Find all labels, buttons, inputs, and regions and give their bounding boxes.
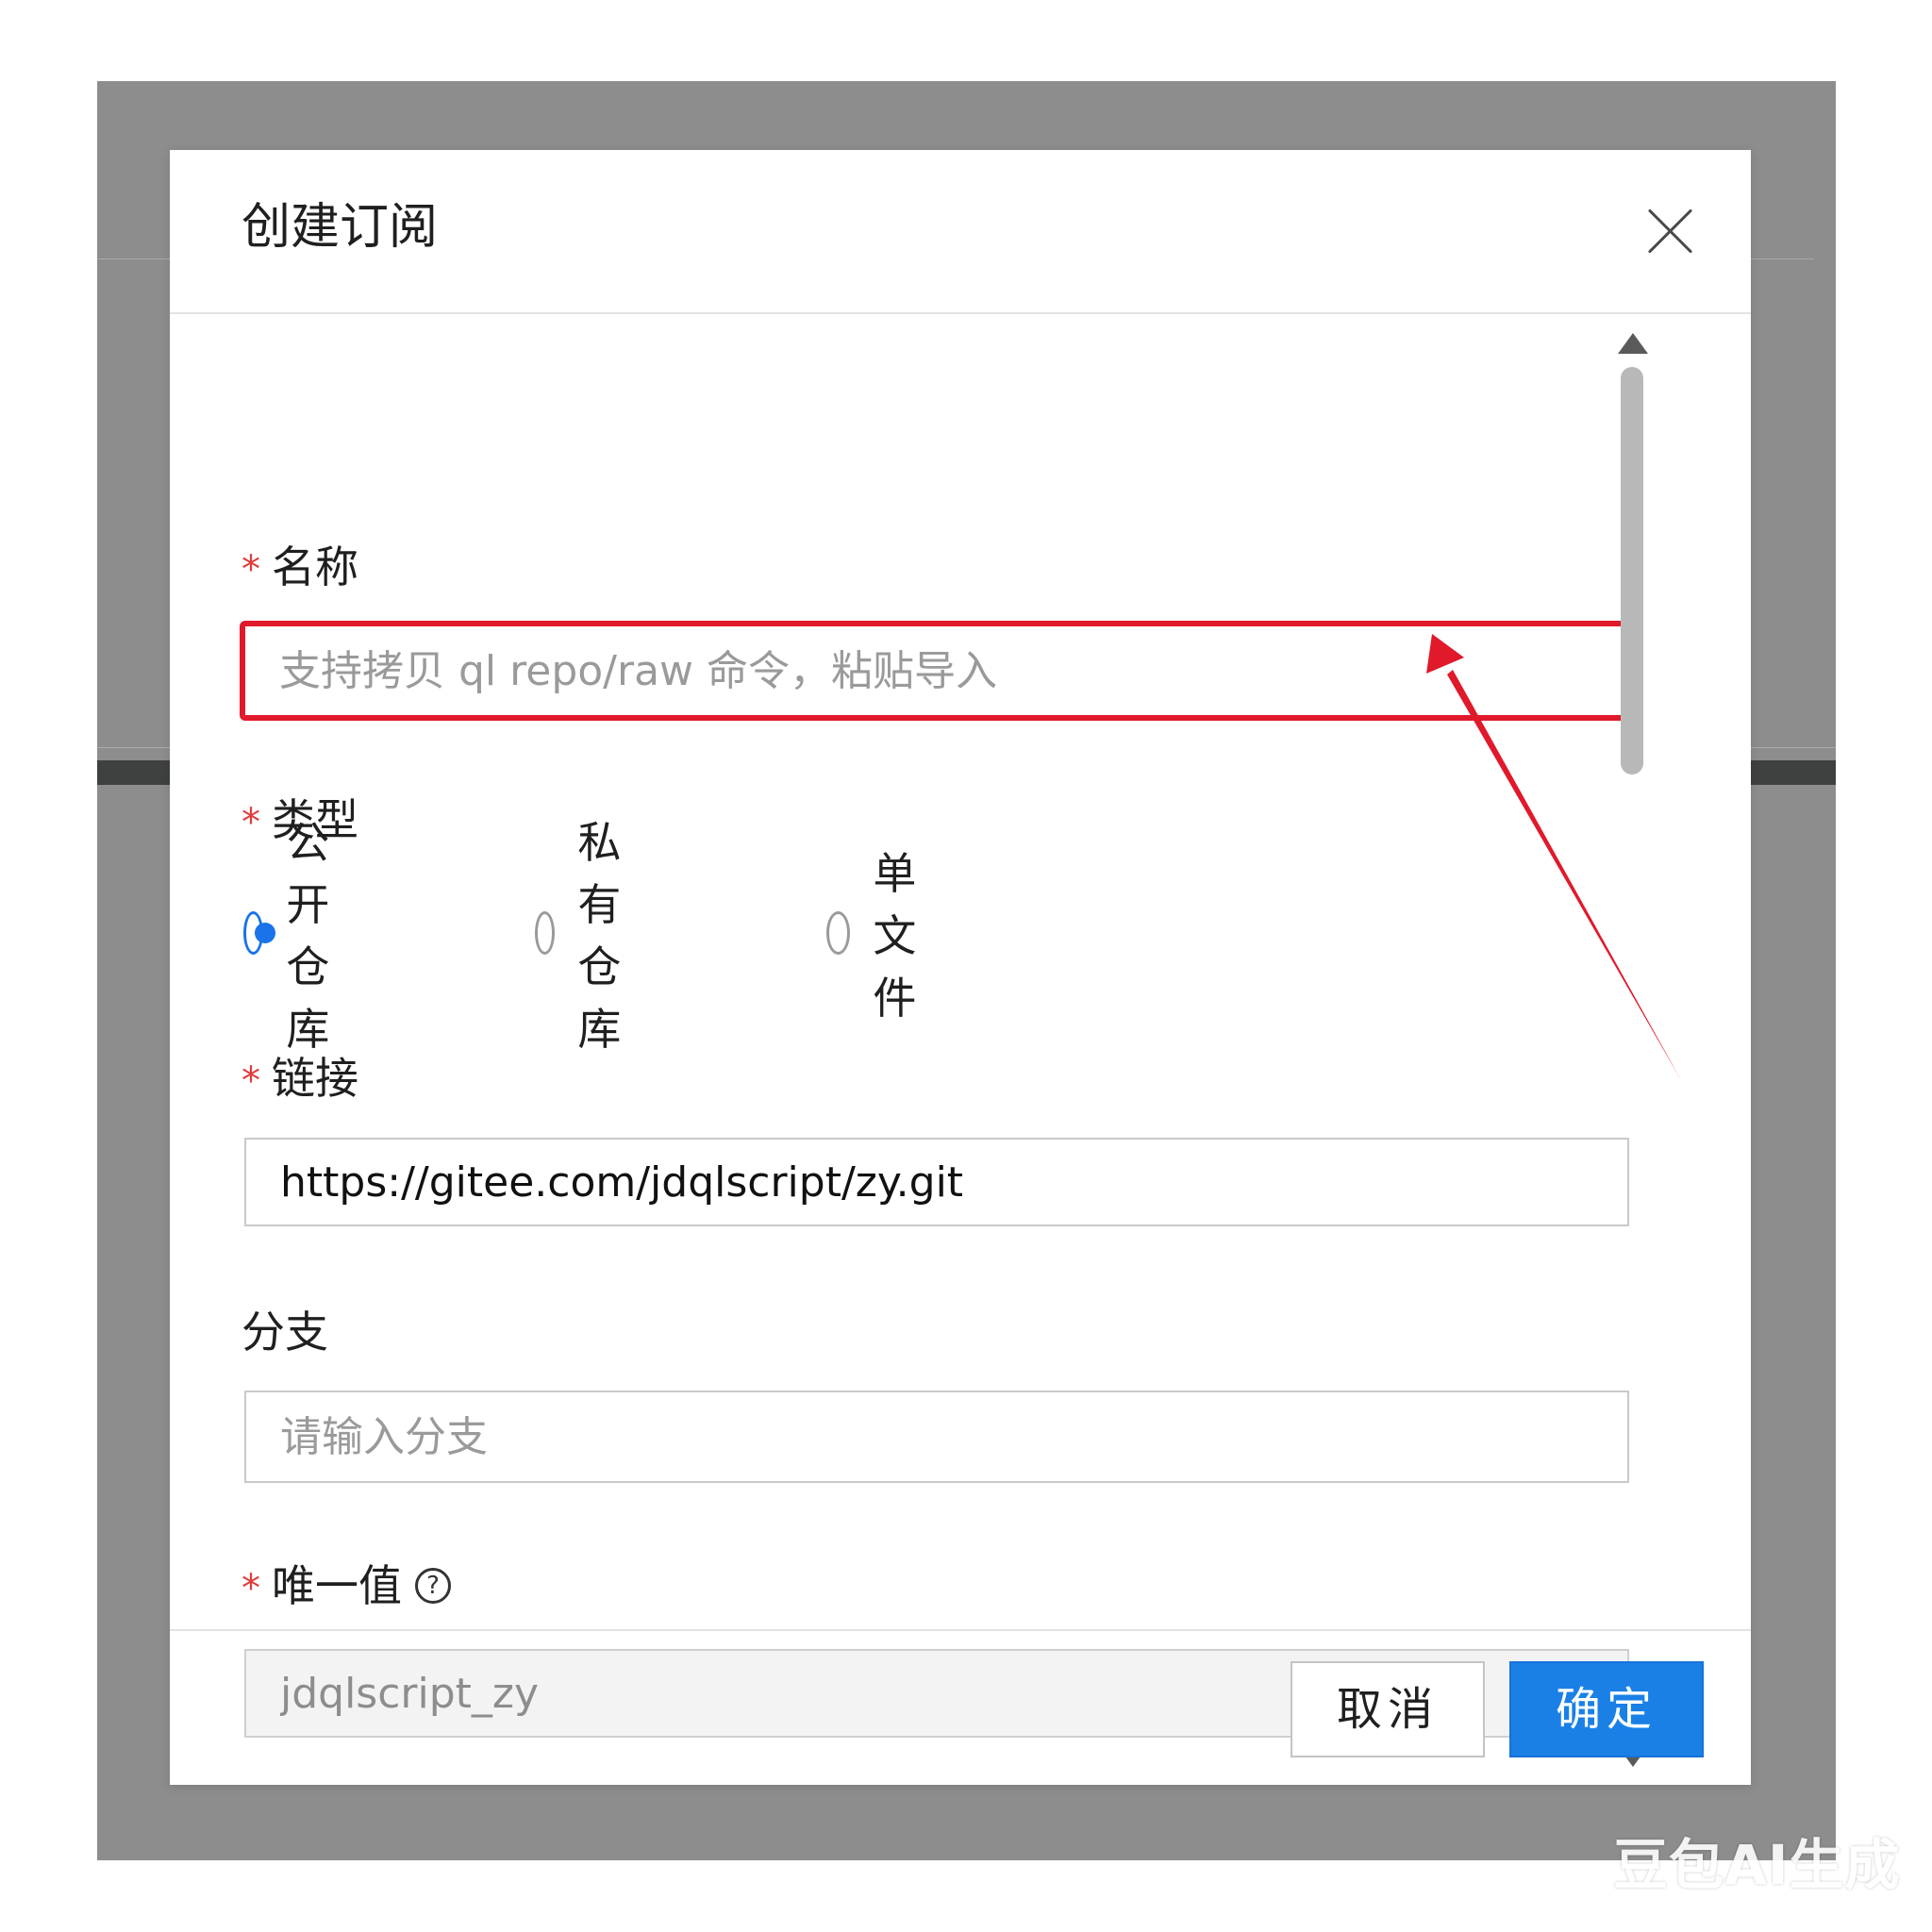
branch-label: 分支 [242, 1307, 328, 1357]
required-mark: * [242, 801, 260, 844]
radio-button-checked[interactable] [243, 911, 276, 955]
branch-input[interactable] [244, 1391, 1629, 1483]
unique-value-label-text: 唯一值 [272, 1560, 402, 1611]
radio-private-repo[interactable]: 私有仓库 [535, 817, 644, 1055]
create-subscription-dialog: 创建订阅 *名称 *类型 公开仓库 私有仓库 [170, 150, 1751, 1785]
dialog-title: 创建订阅 [242, 199, 439, 256]
required-mark: * [242, 1059, 260, 1103]
triangle-up-icon[interactable] [1618, 333, 1648, 354]
dialog-footer: 取消 确定 [170, 1629, 1751, 1787]
radio-button[interactable] [535, 911, 556, 955]
cancel-button[interactable]: 取消 [1291, 1661, 1485, 1757]
dialog-header: 创建订阅 [170, 150, 1751, 314]
scrollbar-thumb[interactable] [1621, 367, 1643, 774]
link-label: * 链接 [242, 1057, 358, 1100]
watermark-logo: 豆包AI生成 [1613, 1833, 1901, 1897]
radio-button[interactable] [826, 911, 851, 955]
name-label: * 名称 [242, 545, 358, 589]
required-mark: * [242, 548, 260, 591]
confirm-button[interactable]: 确定 [1509, 1661, 1704, 1757]
name-label-text: 名称 [272, 541, 358, 592]
radio-label: 公开仓库 [286, 817, 330, 1055]
radio-label: 私有仓库 [577, 817, 622, 1055]
close-icon[interactable] [1646, 207, 1695, 256]
radio-label: 单文件 [873, 848, 917, 1024]
unique-value-label: * 唯一值? [242, 1564, 451, 1607]
page: 创建订阅 *名称 *类型 公开仓库 私有仓库 [0, 0, 1932, 1932]
link-label-text: 链接 [272, 1053, 358, 1104]
required-mark: * [242, 1567, 260, 1610]
link-input[interactable] [244, 1138, 1629, 1226]
radio-single-file[interactable]: 单文件 [826, 848, 936, 1024]
question-circle-icon[interactable]: ? [415, 1567, 451, 1604]
radio-public-repo[interactable]: 公开仓库 [243, 817, 353, 1055]
dialog-body: *名称 *类型 公开仓库 私有仓库 单文件 [170, 314, 1751, 1781]
name-input[interactable] [240, 621, 1634, 721]
